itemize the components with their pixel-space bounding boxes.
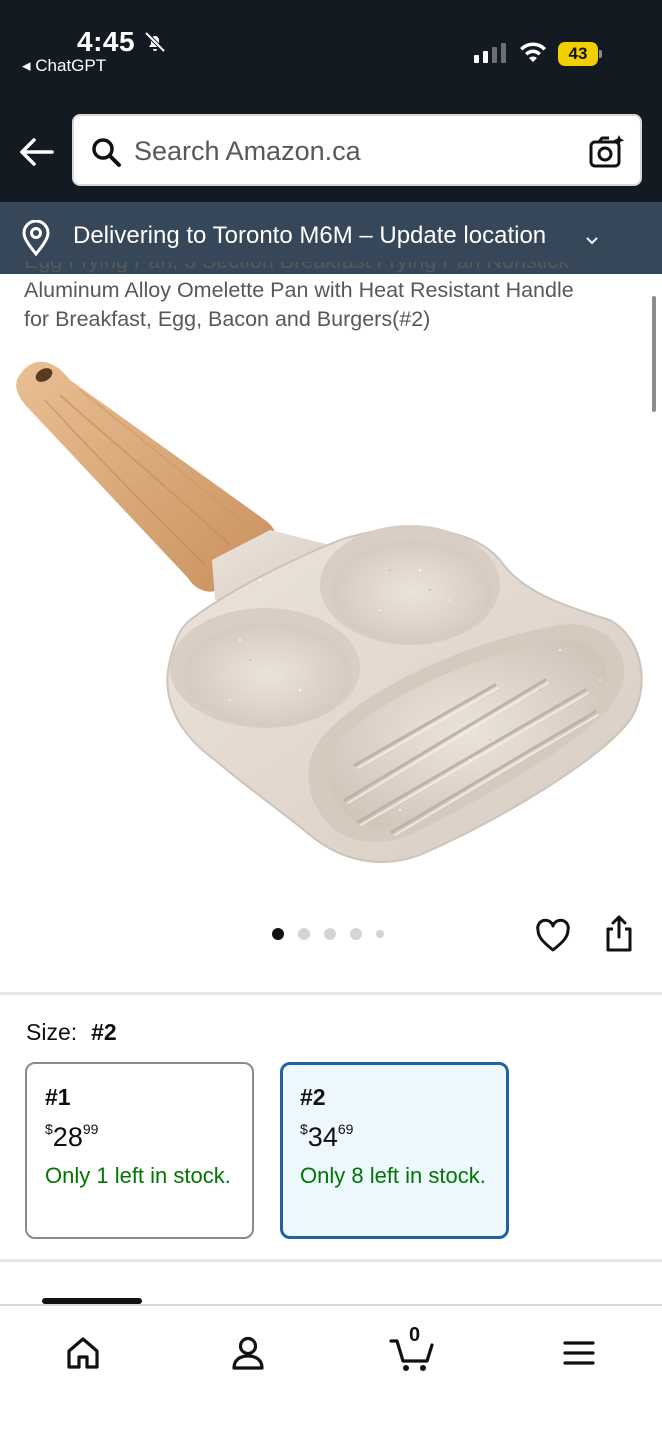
size-option-price: $2899 — [45, 1121, 99, 1152]
status-time: 4:45 — [77, 26, 136, 57]
location-pin-icon — [22, 220, 50, 256]
bottom-tab-bar: 0 — [0, 1304, 662, 1440]
size-option-2[interactable]: #2 $3469 Only 8 left in stock. — [280, 1062, 509, 1239]
camera-search-icon[interactable] — [588, 133, 626, 171]
heart-icon[interactable] — [535, 918, 571, 954]
selected-size: #2 — [91, 1019, 117, 1045]
search-icon — [92, 138, 121, 167]
section-divider — [0, 1259, 662, 1262]
size-option-name: #1 — [45, 1084, 71, 1110]
top-header: 4:45 ◂ ChatGPT 43 — [0, 0, 662, 202]
search-input[interactable] — [134, 130, 564, 172]
battery-icon: 43 — [558, 42, 602, 66]
stock-status: Only 1 left in stock. — [45, 1163, 231, 1188]
cart-count-badge: 0 — [409, 1324, 421, 1346]
battery-level: 43 — [568, 44, 588, 63]
title-line-1: Egg Frying Pan, 3 Section Breakfast Fryi… — [24, 262, 569, 273]
size-option-1[interactable]: #1 $2899 Only 1 left in stock. — [25, 1062, 254, 1239]
search-bar[interactable] — [72, 114, 642, 186]
size-label: Size: #2 — [26, 1019, 117, 1046]
size-label-text: Size: — [26, 1019, 78, 1045]
carousel-dot[interactable] — [298, 928, 310, 940]
back-to-app-link[interactable]: ◂ ChatGPT — [22, 56, 106, 76]
carousel-dot[interactable] — [376, 930, 384, 938]
wifi-icon — [520, 42, 546, 62]
product-image[interactable] — [0, 350, 662, 890]
cellular-signal-icon — [474, 43, 506, 63]
size-option-price: $3469 — [300, 1121, 354, 1152]
home-icon — [67, 1337, 99, 1369]
tab-menu[interactable] — [554, 1328, 604, 1378]
carousel-dot[interactable] — [272, 928, 284, 940]
carousel-dot[interactable] — [350, 928, 362, 940]
hamburger-menu-icon — [563, 1341, 595, 1365]
stock-status: Only 8 left in stock. — [300, 1163, 486, 1188]
title-line-3: for Breakfast, Egg, Bacon and Burgers(#2… — [24, 307, 431, 331]
carousel-dot[interactable] — [324, 928, 336, 940]
size-option-name: #2 — [300, 1084, 326, 1110]
share-icon[interactable] — [604, 915, 634, 953]
back-arrow-icon[interactable] — [18, 134, 58, 170]
user-icon — [232, 1336, 264, 1370]
product-title: Egg Frying Pan, 3 Section Breakfast Fryi… — [24, 262, 638, 334]
section-divider — [0, 992, 662, 995]
tab-home[interactable] — [58, 1328, 108, 1378]
tab-account[interactable] — [223, 1328, 273, 1378]
tab-cart[interactable]: 0 — [388, 1324, 438, 1378]
silent-bell-icon — [144, 31, 166, 53]
chevron-down-icon — [586, 237, 598, 245]
product-page: 4:45 ◂ ChatGPT 43 Search Amazon.ca Deliv… — [0, 0, 662, 1440]
delivery-text: Delivering to Toronto M6M – Update locat… — [73, 222, 547, 249]
image-carousel-dots[interactable] — [272, 928, 384, 940]
title-line-2: Aluminum Alloy Omelette Pan with Heat Re… — [24, 278, 574, 302]
